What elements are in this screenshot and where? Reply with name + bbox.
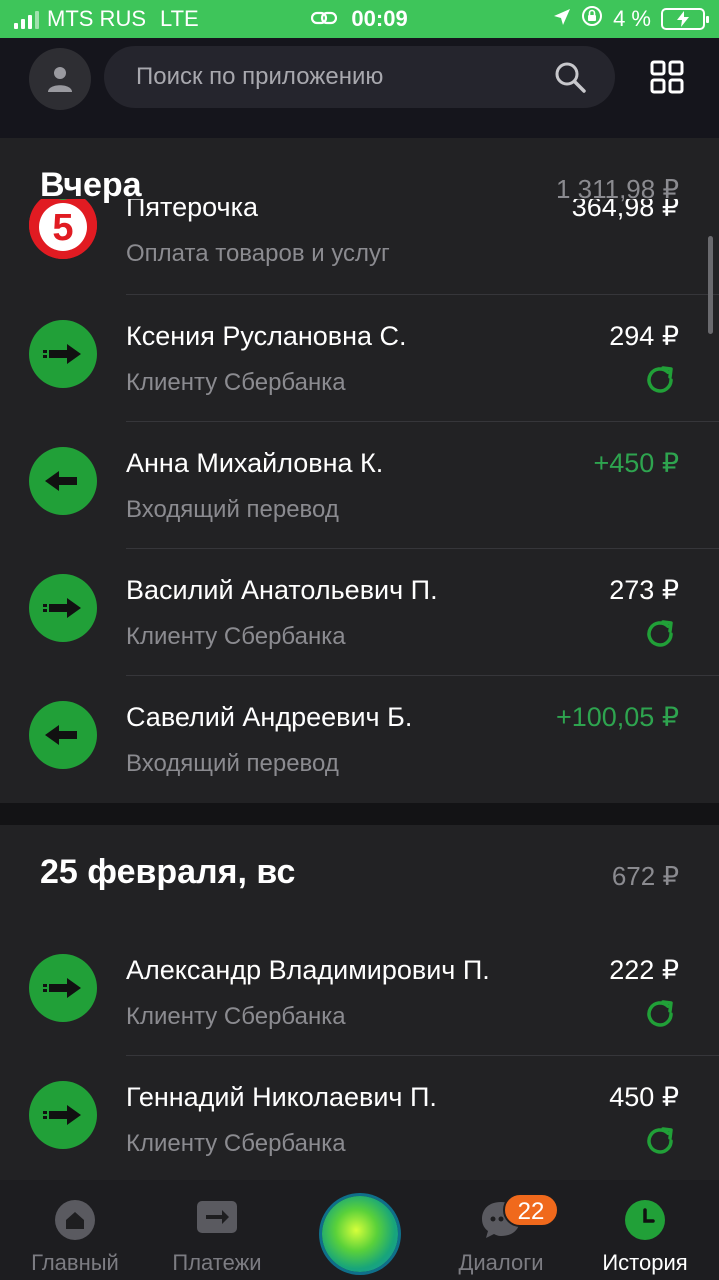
transaction-name: Василий Анатольевич П. [126,575,438,605]
arrow-left-icon [45,725,77,745]
person-icon [48,67,72,92]
transaction-row[interactable]: 5 Пятерочка Оплата товаров и услуг 364,9… [0,199,719,295]
arrow-right-icon [43,1105,81,1125]
svg-text:5: 5 [52,207,73,249]
grid-menu-icon[interactable] [650,60,684,99]
transaction-subtitle: Оплата товаров и услуг [126,240,390,267]
clock-icon [625,1200,665,1245]
transaction-subtitle: Входящий перевод [126,496,339,523]
transfer-out-icon [29,574,97,642]
repeat-payment-icon[interactable] [643,997,677,1036]
status-right: 4 % [553,5,709,33]
bottom-nav: Главный Платежи Диалоги 22 История [0,1180,719,1280]
arrow-left-icon [45,471,77,491]
rotation-lock-icon [581,5,603,33]
history-list[interactable]: Вчера 1 311,98 ₽ 5 Пятерочка Оплата това… [0,138,719,1180]
battery-icon [661,8,709,30]
nav-history-label: История [602,1250,688,1275]
home-icon [55,1200,95,1245]
transaction-subtitle: Клиенту Сбербанка [126,1003,346,1030]
link-icon [311,6,343,31]
transaction-row[interactable]: Александр Владимирович П. Клиенту Сберба… [0,929,719,1056]
transaction-amount: 222 ₽ [609,955,679,985]
section-header: 25 февраля, вс 672 ₽ [0,825,719,921]
transfer-in-icon [29,701,97,769]
arrow-right-icon [43,344,81,364]
pyaterochka-logo: 5 [29,199,97,259]
transfer-out-icon [29,1081,97,1149]
nav-home-label: Главный [31,1250,119,1275]
transaction-amount: +450 ₽ [593,448,680,478]
transfer-in-icon [29,447,97,515]
transaction-amount: +100,05 ₽ [555,702,679,732]
transaction-subtitle: Клиенту Сбербанка [126,1130,346,1157]
dialogs-badge: 22 [503,1193,559,1227]
nav-payments-label: Платежи [172,1250,262,1275]
assistant-orb-button[interactable] [322,1196,398,1272]
transaction-name: Пятерочка [126,199,259,222]
clock: 00:09 [351,6,408,31]
transfer-out-icon [29,320,97,388]
history-section: 25 февраля, вс 672 ₽ Александр Владимиро… [0,825,719,1180]
profile-avatar[interactable] [29,48,91,110]
top-bar [0,38,719,138]
nav-dialogs-label: Диалоги [458,1250,544,1275]
history-section: Вчера 1 311,98 ₽ 5 Пятерочка Оплата това… [0,138,719,803]
transaction-subtitle: Клиенту Сбербанка [126,369,346,396]
transaction-row[interactable]: Савелий Андреевич Б. Входящий перевод +1… [0,676,719,803]
transaction-amount: 294 ₽ [609,321,679,351]
scrollbar[interactable] [708,236,713,334]
battery-percent: 4 % [613,6,651,31]
transaction-name: Геннадий Николаевич П. [126,1082,437,1112]
section-title: 25 февраля, вс [40,853,296,891]
transaction-amount: 273 ₽ [609,575,679,605]
transaction-subtitle: Клиенту Сбербанка [126,623,346,650]
transaction-name: Савелий Андреевич Б. [126,702,413,732]
transaction-name: Александр Владимирович П. [126,955,490,985]
search-icon[interactable] [553,60,587,99]
transaction-row[interactable]: Ксения Руслановна С. Клиенту Сбербанка 2… [0,295,719,422]
location-icon [553,6,571,32]
nav-payments[interactable]: Платежи [160,1180,274,1280]
repeat-payment-icon[interactable] [643,1124,677,1163]
transaction-row[interactable]: Геннадий Николаевич П. Клиенту Сбербанка… [0,1056,719,1180]
status-bar: MTS RUS LTE 00:09 4 % [0,0,719,38]
transaction-row[interactable]: Анна Михайловна К. Входящий перевод +450… [0,422,719,549]
transaction-amount: 364,98 ₽ [571,199,679,222]
arrow-right-icon [43,978,81,998]
transaction-subtitle: Входящий перевод [126,750,339,777]
repeat-payment-icon[interactable] [643,363,677,402]
nav-history[interactable]: История [590,1180,700,1280]
search-input[interactable] [136,63,536,91]
transaction-row[interactable]: Василий Анатольевич П. Клиенту Сбербанка… [0,549,719,676]
section-gap [0,803,719,825]
search-bar[interactable] [104,46,615,108]
transaction-name: Анна Михайловна К. [126,448,384,478]
nav-home[interactable]: Главный [20,1180,130,1280]
repeat-payment-icon[interactable] [643,617,677,656]
arrow-right-icon [43,598,81,618]
transaction-amount: 450 ₽ [609,1082,679,1112]
payments-icon [196,1200,238,1239]
transaction-name: Ксения Руслановна С. [126,321,407,351]
transfer-out-icon [29,954,97,1022]
section-total: 672 ₽ [611,861,679,891]
